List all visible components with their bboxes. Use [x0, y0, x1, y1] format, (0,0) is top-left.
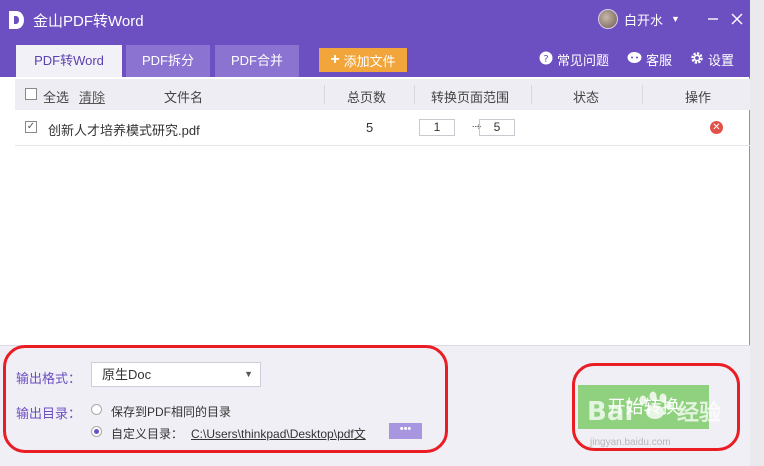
row-pages: 5 [366, 120, 374, 135]
gear-icon [690, 51, 704, 68]
minimize-button[interactable] [704, 10, 722, 28]
question-icon: ? [539, 51, 553, 68]
settings-link[interactable]: 设置 [690, 50, 734, 69]
clear-button[interactable]: 清除 [79, 87, 105, 106]
delete-icon[interactable]: ✕ [710, 121, 723, 134]
table-row[interactable]: ✓ 创新人才培养模式研究.pdf 5 1 ⇢ 5 ✕ [15, 110, 750, 146]
column-header-status: 状态 [573, 90, 600, 105]
column-divider [642, 85, 643, 104]
column-header-actions: 操作 [685, 90, 712, 105]
user-name: 白开水 [624, 12, 664, 28]
row-checkbox[interactable]: ✓ [25, 121, 37, 133]
select-all-label[interactable]: 全选 [43, 87, 69, 106]
highlight-start-button [572, 363, 740, 451]
tab-pdf-split[interactable]: PDF拆分 [126, 45, 210, 77]
close-button[interactable] [728, 10, 746, 28]
add-file-label: 添加文件 [343, 53, 396, 69]
add-file-button[interactable]: + 添加文件 [319, 48, 407, 72]
chat-icon [627, 51, 642, 68]
highlight-output-settings [3, 345, 448, 453]
faq-label: 常见问题 [557, 53, 610, 68]
page-to-input[interactable]: 5 [479, 119, 515, 136]
column-header-pages: 总页数 [347, 90, 387, 105]
tab-pdf-to-word[interactable]: PDF转Word [16, 45, 122, 77]
app-window: 金山PDF转Word 白开水 ▼ PDF转Word PDF拆分 PDF合并 + … [0, 0, 750, 466]
user-menu[interactable]: 白开水 ▼ [598, 9, 680, 29]
select-all-checkbox[interactable] [25, 88, 37, 100]
page-from-input[interactable]: 1 [419, 119, 455, 136]
customer-service-link[interactable]: 客服 [627, 50, 672, 69]
settings-label: 设置 [708, 53, 735, 68]
row-filename: 创新人才培养模式研究.pdf [48, 123, 200, 138]
tab-pdf-merge[interactable]: PDF合并 [215, 45, 299, 77]
column-divider [414, 85, 415, 104]
plus-icon: + [330, 51, 340, 68]
column-divider [324, 85, 325, 104]
column-header-range: 转换页面范围 [431, 90, 510, 105]
chevron-down-icon[interactable]: ▼ [671, 14, 680, 24]
app-title: 金山PDF转Word [33, 12, 144, 30]
service-label: 客服 [646, 53, 673, 68]
avatar[interactable] [598, 9, 618, 29]
background-window-edge [750, 0, 764, 466]
table-header: 全选 清除 文件名 总页数 转换页面范围 状态 操作 [15, 79, 750, 110]
column-divider [531, 85, 532, 104]
faq-link[interactable]: ? 常见问题 [539, 50, 609, 69]
app-logo-icon [5, 9, 27, 31]
column-header-filename: 文件名 [164, 90, 204, 105]
svg-text:?: ? [543, 54, 548, 65]
